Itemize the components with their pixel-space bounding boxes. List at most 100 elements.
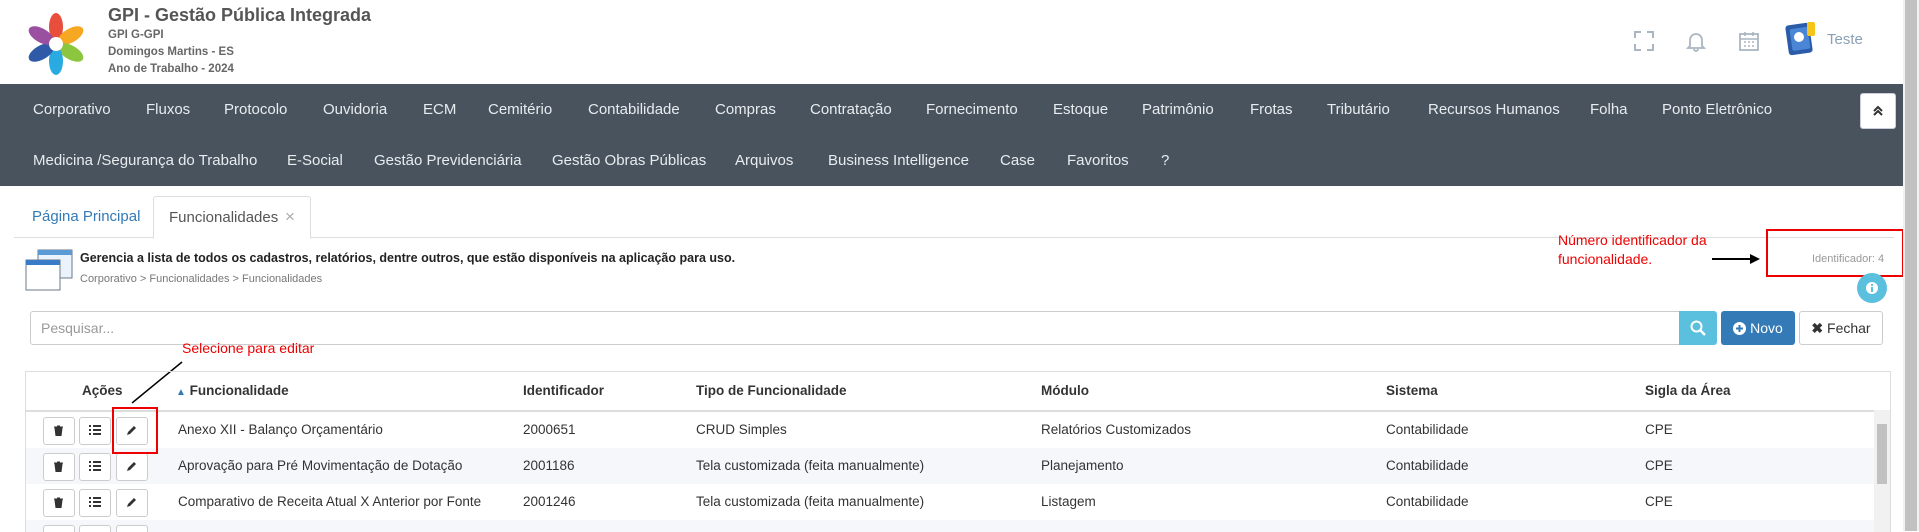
details-button[interactable] — [79, 417, 111, 445]
edit-button[interactable] — [116, 489, 148, 517]
annotation-id-line1: Número identificador da — [1558, 232, 1707, 248]
nav-item-help[interactable]: ? — [1161, 152, 1169, 169]
details-button[interactable] — [79, 453, 111, 481]
table-header: Ações ▲ Funcionalidade Identificador Tip… — [26, 372, 1890, 412]
chevron-double-up-icon — [1873, 105, 1883, 116]
nav-item-protocolo[interactable]: Protocolo — [224, 101, 287, 118]
cell-identificador: 2001246 — [523, 494, 576, 509]
col-sistema[interactable]: Sistema — [1386, 383, 1438, 398]
app-code: GPI G-GPI — [108, 29, 164, 41]
nav-item-gestao-previdenciaria[interactable]: Gestão Previdenciária — [374, 152, 522, 169]
table-scrollbar[interactable] — [1874, 410, 1890, 532]
nav-item-fluxos[interactable]: Fluxos — [146, 101, 190, 118]
annotation-edit: Selecione para editar — [182, 340, 315, 356]
user-avatar[interactable] — [1783, 18, 1819, 58]
location: Domingos Martins - ES — [108, 46, 234, 58]
nav-item-frotas[interactable]: Frotas — [1250, 101, 1293, 118]
sort-asc-icon: ▲ — [176, 387, 186, 398]
new-button-label: Novo — [1750, 320, 1783, 336]
fullscreen-icon[interactable] — [1633, 30, 1655, 52]
work-year: Ano de Trabalho - 2024 — [108, 63, 234, 75]
breadcrumb: Corporativo > Funcionalidades > Funciona… — [80, 273, 323, 285]
cell-modulo: Planejamento — [1041, 458, 1124, 473]
cell-identificador: 2000651 — [523, 422, 576, 437]
nav-item-estoque[interactable]: Estoque — [1053, 101, 1108, 118]
details-button[interactable] — [79, 489, 111, 517]
identifier-label: Identificador: 4 — [1812, 253, 1885, 265]
user-name[interactable]: Teste — [1827, 31, 1863, 48]
page-scrollbar-thumb[interactable] — [1905, 0, 1917, 531]
table-row: Anexo XII - Balanço Orçamentário 2000651… — [26, 412, 1874, 448]
nav-item-cemiterio[interactable]: Cemitério — [488, 101, 552, 118]
delete-button[interactable] — [43, 453, 75, 481]
nav-item-ouvidoria[interactable]: Ouvidoria — [323, 101, 387, 118]
col-funcionalidade[interactable]: ▲ Funcionalidade — [176, 383, 289, 398]
nav-item-tributario[interactable]: Tributário — [1327, 101, 1390, 118]
tab-funcionalidades-label: Funcionalidades — [169, 209, 279, 226]
main-nav: Corporativo Fluxos Protocolo Ouvidoria E… — [0, 84, 1903, 186]
bell-icon[interactable] — [1685, 30, 1707, 52]
page-description: Gerencia a lista de todos os cadastros, … — [80, 251, 736, 265]
cell-modulo: Relatórios Customizados — [1041, 422, 1192, 437]
col-tipo-funcionalidade[interactable]: Tipo de Funcionalidade — [696, 383, 847, 398]
cell-sistema: Contabilidade — [1386, 422, 1469, 437]
table-row: Comparativo de Receita Atual X Anterior … — [26, 484, 1874, 520]
nav-item-contratacao[interactable]: Contratação — [810, 101, 892, 118]
info-icon — [1866, 282, 1878, 294]
search-button[interactable] — [1679, 311, 1717, 345]
nav-item-business-intelligence[interactable]: Business Intelligence — [828, 152, 969, 169]
functionality-table: Ações ▲ Funcionalidade Identificador Tip… — [25, 371, 1891, 532]
nav-item-fornecimento[interactable]: Fornecimento — [926, 101, 1018, 118]
trash-icon — [54, 425, 63, 436]
table-row — [26, 520, 1874, 532]
window-icon — [25, 249, 73, 291]
nav-item-case[interactable]: Case — [1000, 152, 1035, 169]
close-button[interactable]: ✖ Fechar — [1799, 311, 1883, 345]
nav-item-compras[interactable]: Compras — [715, 101, 776, 118]
page-scrollbar[interactable] — [1903, 0, 1919, 531]
col-funcionalidade-label: Funcionalidade — [189, 383, 289, 398]
nav-item-favoritos[interactable]: Favoritos — [1067, 152, 1129, 169]
cell-funcionalidade: Anexo XII - Balanço Orçamentário — [178, 422, 383, 437]
calendar-icon[interactable] — [1738, 30, 1760, 52]
cell-sistema: Contabilidade — [1386, 494, 1469, 509]
nav-item-arquivos[interactable]: Arquivos — [735, 152, 793, 169]
tab-funcionalidades[interactable]: Funcionalidades × — [153, 196, 311, 239]
nav-item-recursos-humanos[interactable]: Recursos Humanos — [1428, 101, 1560, 118]
col-identificador[interactable]: Identificador — [523, 383, 604, 398]
nav-item-medicina-seguranca[interactable]: Medicina /Segurança do Trabalho — [33, 152, 257, 169]
col-acoes: Ações — [82, 383, 123, 398]
col-sigla-area[interactable]: Sigla da Área — [1645, 383, 1731, 398]
app-title: GPI - Gestão Pública Integrada — [108, 5, 372, 25]
collapse-menu-button[interactable] — [1860, 93, 1896, 129]
top-bar: GPI - Gestão Pública Integrada GPI G-GPI… — [0, 0, 1903, 84]
info-button[interactable] — [1857, 273, 1887, 303]
close-button-label: Fechar — [1827, 320, 1871, 336]
gpi-logo — [28, 13, 84, 75]
delete-button[interactable] — [43, 489, 75, 517]
nav-item-ponto-eletronico[interactable]: Ponto Eletrônico — [1662, 101, 1772, 118]
new-button[interactable]: Novo — [1721, 311, 1795, 345]
col-modulo[interactable]: Módulo — [1041, 383, 1089, 398]
tab-close-icon[interactable]: × — [285, 207, 295, 227]
trash-icon — [54, 461, 63, 472]
pencil-icon — [127, 462, 136, 471]
delete-button[interactable] — [43, 417, 75, 445]
nav-item-ecm[interactable]: ECM — [423, 101, 456, 118]
edit-button[interactable] — [116, 453, 148, 481]
nav-item-corporativo[interactable]: Corporativo — [33, 101, 111, 118]
cell-modulo: Listagem — [1041, 494, 1096, 509]
cell-tipo: CRUD Simples — [696, 422, 787, 437]
table-scrollbar-thumb[interactable] — [1877, 424, 1887, 484]
list-icon — [89, 497, 101, 507]
nav-item-patrimonio[interactable]: Patrimônio — [1142, 101, 1214, 118]
cell-tipo: Tela customizada (feita manualmente) — [696, 494, 925, 509]
pencil-icon — [127, 498, 136, 507]
nav-item-e-social[interactable]: E-Social — [287, 152, 343, 169]
plus-circle-icon — [1733, 322, 1747, 335]
nav-item-contabilidade[interactable]: Contabilidade — [588, 101, 680, 118]
cell-sigla: CPE — [1645, 458, 1673, 473]
nav-item-folha[interactable]: Folha — [1590, 101, 1628, 118]
nav-item-gestao-obras-publicas[interactable]: Gestão Obras Públicas — [552, 152, 706, 169]
tab-pagina-principal[interactable]: Página Principal — [32, 208, 140, 225]
